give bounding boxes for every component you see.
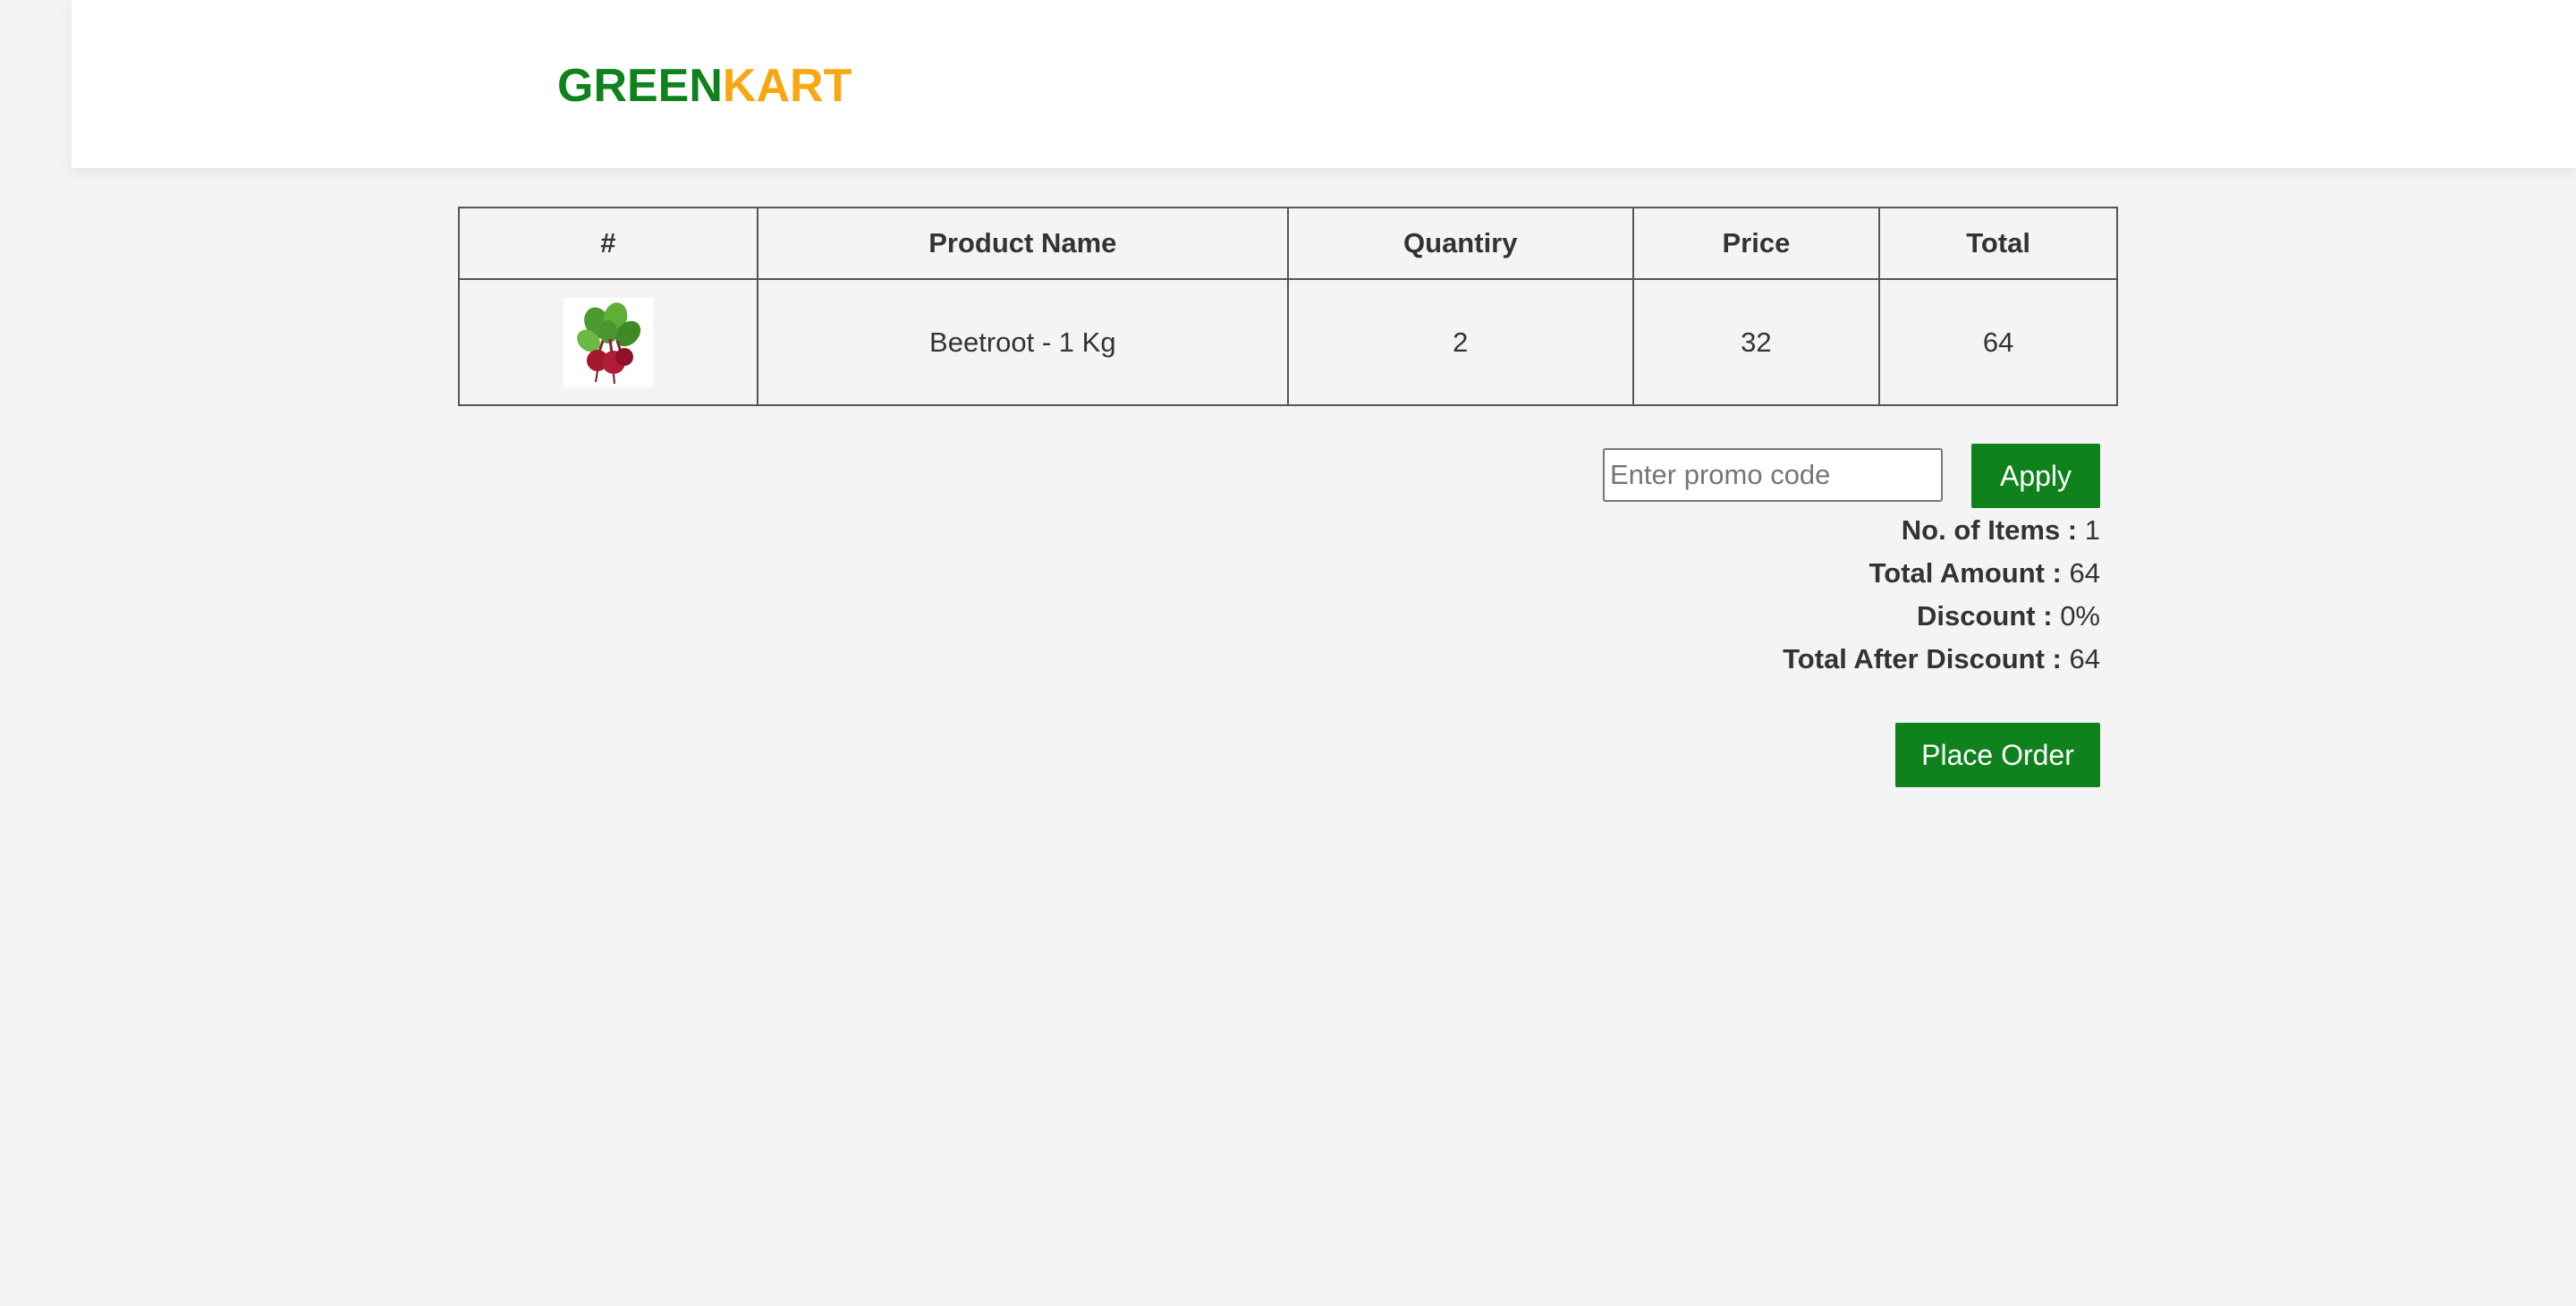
header-quantity: Quantiry xyxy=(1286,207,1634,280)
price-cell: 32 xyxy=(1631,278,1881,406)
summary-total-after-discount-label: Total After Discount : xyxy=(1783,643,2062,674)
summary-items-label: No. of Items : xyxy=(1901,514,2078,546)
summary-total-amount-value: 64 xyxy=(2069,557,2100,589)
order-summary: No. of Items : 1 Total Amount : 64 Disco… xyxy=(1783,509,2100,681)
summary-discount-label: Discount : xyxy=(1917,600,2053,632)
summary-discount: Discount : 0% xyxy=(1783,595,2100,638)
cart-table-header-row: # Product Name Quantiry Price Total xyxy=(458,207,2118,280)
total-cell: 64 xyxy=(1878,278,2118,406)
summary-items-value: 1 xyxy=(2084,514,2100,546)
promo-code-input[interactable] xyxy=(1603,448,1943,502)
summary-discount-value: 0% xyxy=(2060,600,2100,632)
summary-total-amount-label: Total Amount : xyxy=(1868,557,2062,589)
product-image-cell xyxy=(458,278,758,406)
header-index: # xyxy=(458,207,758,280)
summary-total-after-discount-value: 64 xyxy=(2069,643,2100,674)
product-name-cell: Beetroot - 1 Kg xyxy=(756,278,1289,406)
header-product-name: Product Name xyxy=(756,207,1289,280)
apply-promo-button[interactable]: Apply xyxy=(1971,444,2100,508)
quantity-cell: 2 xyxy=(1286,278,1634,406)
summary-total-amount: Total Amount : 64 xyxy=(1783,552,2100,595)
cart-table: # Product Name Quantiry Price Total Beet… xyxy=(458,207,2118,406)
summary-total-after-discount: Total After Discount : 64 xyxy=(1783,638,2100,681)
brand-logo[interactable]: GREENKART xyxy=(557,57,852,114)
brand-logo-orange: KART xyxy=(722,60,852,112)
summary-items: No. of Items : 1 xyxy=(1783,509,2100,552)
beetroot-image xyxy=(563,297,653,387)
header-total: Total xyxy=(1878,207,2118,280)
site-header: GREENKART xyxy=(72,0,2576,168)
place-order-button[interactable]: Place Order xyxy=(1895,723,2100,787)
header-price: Price xyxy=(1631,207,1881,280)
table-row: Beetroot - 1 Kg 2 32 64 xyxy=(458,278,2118,406)
brand-logo-green: GREEN xyxy=(557,60,723,112)
